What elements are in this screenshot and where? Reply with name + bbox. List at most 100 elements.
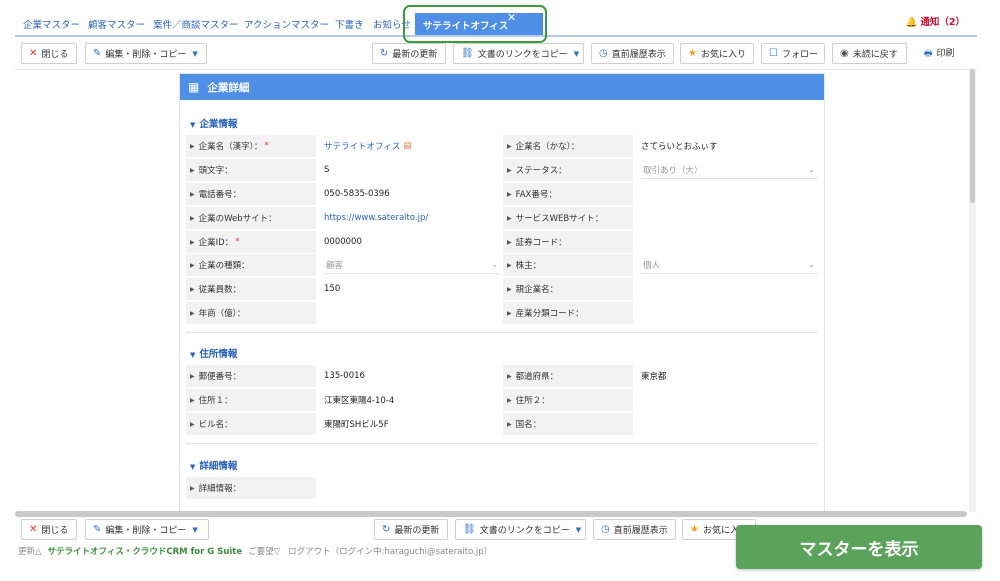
label-text: 親企業名： [515,285,559,295]
label-phone: ▶ 電話番号： [186,183,316,205]
chevron-down-icon: ▼ [573,49,580,58]
bullet-icon: ▶ [190,309,195,317]
shareholder-select[interactable]: 個人 ⌄ [641,256,817,274]
chevron-down-icon: ⌄ [808,165,815,174]
tab-drafts[interactable]: 下書き [335,17,364,31]
company-type-select[interactable]: 顧客 ⌄ [324,256,500,274]
show-master-button[interactable]: マスターを表示 [736,525,982,569]
bottom-close-button[interactable]: ✕ 閉じる [21,519,77,540]
tab-customer-master[interactable]: 顧客マスター [88,17,145,31]
request-link[interactable]: ご要望▽ [248,547,280,557]
chevron-down-icon: ▼ [192,49,198,58]
print-button[interactable]: 🖶 印刷 [924,46,955,62]
eye-icon: ◉ [840,48,849,59]
bullet-icon: ▶ [190,190,195,198]
label-company-id: ▶ 企業ID： * [186,231,316,253]
company-card-icon[interactable]: ▤ [403,141,411,151]
label-text: サービスWEBサイト： [515,214,604,224]
logout-link[interactable]: ログアウト（ログイン中:haraguchi@sateraito.jp） [288,547,492,557]
status-select[interactable]: 取引あり（大） ⌄ [641,161,817,179]
close-button[interactable]: ✕ 閉じる [21,43,77,64]
close-label: 閉じる [41,526,69,536]
print-label: 印刷 [936,49,955,59]
select-value: 取引あり（大） [643,165,703,176]
bottom-edit-delete-copy-button[interactable]: ✎ 編集・削除・コピー ▼ [85,519,209,540]
link-icon: ⛓ [463,524,476,535]
section-divider [186,332,818,333]
bottom-history-button[interactable]: ◷ 直前履歴表示 [593,519,676,540]
close-icon: ✕ [29,524,38,535]
chevron-down-icon: ⌄ [491,260,498,269]
edit-icon: ✎ [93,48,102,59]
label-address2: ▶ 住所２： [503,389,633,411]
label-text: 企業名（かな）： [515,142,580,152]
history-button[interactable]: ◷ 直前履歴表示 [591,43,674,64]
close-label: 閉じる [41,50,69,60]
bullet-icon: ▶ [507,309,512,317]
mark-unread-button[interactable]: ◉ 未読に戻す [832,43,907,64]
value-name-kanji[interactable]: サテライトオフィス ▤ [324,135,411,157]
chevron-down-icon: ⌄ [808,260,815,269]
star-icon: ★ [690,524,699,535]
website-link[interactable]: https://www.sateraito.jp/ [324,207,428,229]
label-text: 産業分類コード： [515,309,584,319]
history-label: 直前履歴表示 [613,526,668,536]
tab-deal-master[interactable]: 案件／商談マスター [153,17,239,31]
refresh-button[interactable]: ↻ 最新の更新 [372,43,446,64]
refresh-icon: ↻ [382,524,391,535]
update-link[interactable]: 更新△ [18,547,42,557]
select-value: 顧客 [326,260,344,271]
section-detail-toggle[interactable]: ▼ 詳細情報 [190,458,237,472]
brand-link[interactable]: サテライトオフィス・クラウドCRM for G Suite [48,547,243,557]
bullet-icon: ▶ [190,261,195,269]
horizontal-scrollbar[interactable] [15,511,967,517]
edit-delete-copy-button[interactable]: ✎ 編集・削除・コピー ▼ [85,43,207,64]
bullet-icon: ▶ [190,142,195,150]
label-text: 証券コード： [515,238,567,248]
notification-link[interactable]: 🔔 通知（2） [906,14,965,28]
label-text: 住所１： [198,396,233,406]
section-company-toggle[interactable]: ▼ 企業情報 [190,116,237,130]
label-text: FAX番号： [515,190,557,200]
history-icon: ◷ [599,48,608,59]
follow-button[interactable]: ☐ フォロー [761,43,825,64]
company-detail-panel: ▦ 企業詳細 ▼ 企業情報 ▶ 企業名（漢字）： * サテライトオフィス ▤ ▶ 企業名（か… [179,73,825,513]
refresh-label: 最新の更新 [394,526,440,536]
star-icon: ★ [688,48,697,59]
section-company-label: 企業情報 [199,119,238,130]
bullet-icon: ▶ [190,372,195,380]
required-mark: * [264,141,269,151]
bottom-refresh-button[interactable]: ↻ 最新の更新 [374,519,448,540]
label-fax: ▶ FAX番号： [503,183,633,205]
bullet-icon: ▶ [507,372,512,380]
vertical-scroll-thumb[interactable] [970,69,975,203]
bullet-icon: ▶ [190,396,195,404]
label-text: 従業員数： [198,285,242,295]
bottom-copy-link-button[interactable]: ⛓ 文書のリンクをコピー ▼ [455,519,586,540]
label-text: 電話番号： [198,190,242,200]
printer-icon: 🖶 [924,49,933,59]
label-detail: ▶ 詳細情報： [186,477,316,499]
tab-action-master[interactable]: アクションマスター [244,17,329,31]
label-text: 企業のWebサイト： [198,214,277,224]
favorite-button[interactable]: ★ お気に入り [680,43,754,64]
label-text: ビル名： [198,420,233,430]
value-building: 東陽町SHビル5F [324,420,389,430]
panel-header: ▦ 企業詳細 [180,74,824,100]
triangle-down-icon: ▼ [190,351,196,359]
bullet-icon: ▶ [190,214,195,222]
content-scroll-area[interactable]: ▦ 企業詳細 ▼ 企業情報 ▶ 企業名（漢字）： * サテライトオフィス ▤ ▶ 企業名（か… [15,69,977,514]
value-text: サテライトオフィス [324,142,401,152]
building-icon: ▦ [188,80,200,94]
label-employees: ▶ 従業員数： [186,278,316,300]
value-employees: 150 [324,284,341,294]
bullet-icon: ▶ [190,166,195,174]
bullet-icon: ▶ [190,484,195,492]
section-address-toggle[interactable]: ▼ 住所情報 [190,346,237,360]
bell-icon: 🔔 [905,17,918,28]
copy-link-button[interactable]: ⛓ 文書のリンクをコピー ▼ [453,43,584,64]
footer: 更新△ サテライトオフィス・クラウドCRM for G Suite ご要望▽ ログアウ… [18,545,500,557]
value-initial: S [324,165,330,175]
required-mark: * [235,237,240,247]
tab-company-master[interactable]: 企業マスター [23,17,80,31]
